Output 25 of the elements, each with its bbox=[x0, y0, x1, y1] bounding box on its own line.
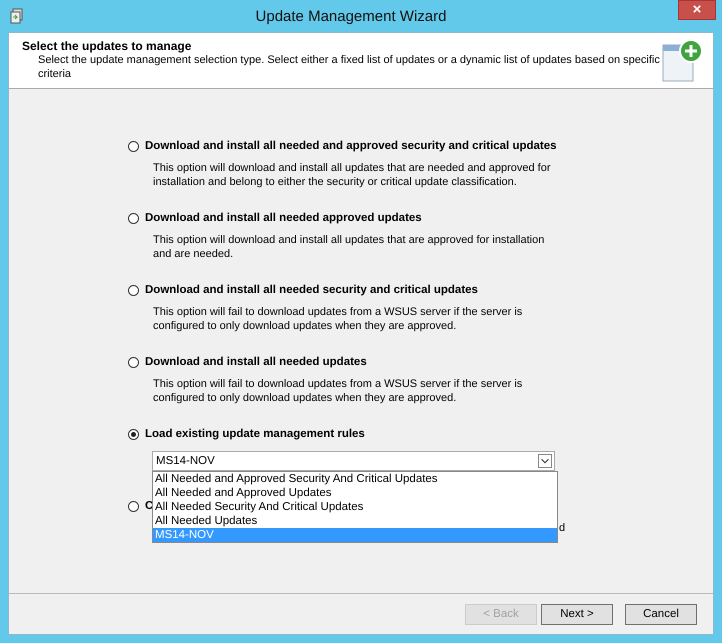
radio-button[interactable] bbox=[128, 356, 139, 368]
page-title: Select the updates to manage bbox=[22, 39, 192, 53]
option-label: Download and install all needed updates bbox=[145, 356, 367, 368]
radio-button[interactable] bbox=[128, 212, 139, 224]
option-description: This option will download and install all updates that are approved for installation and are needed. bbox=[153, 233, 546, 261]
option-description: This option will download and install all updates that are needed and approved for installation and belong to either the security or critical update classification. bbox=[153, 161, 552, 189]
radio-button[interactable] bbox=[128, 428, 139, 440]
caret-icon bbox=[538, 454, 552, 468]
wizard-button[interactable]: Next > bbox=[541, 604, 613, 624]
option-label: Download and install all needed approved updates bbox=[145, 212, 422, 224]
app-icon bbox=[10, 8, 24, 24]
window-title: Update Management Wizard bbox=[254, 8, 448, 24]
page-subtitle: Select the update management selection type. Select either a fixed list of updates or a dynamic list of updates based on specific criteria bbox=[37, 53, 661, 81]
option-description: This option will fail to download updates from a WSUS server if the server is configured to only download updates when they are approved. bbox=[153, 305, 524, 333]
option-label: Load existing update management rules bbox=[145, 428, 365, 440]
option-label: Download and install all needed and approved security and critical updates bbox=[145, 140, 557, 152]
wizard-button[interactable]: Cancel bbox=[625, 604, 697, 624]
close-button[interactable]: × bbox=[678, 0, 716, 20]
option-label: Download and install all needed security and critical updates bbox=[145, 284, 478, 296]
rules-dropdown[interactable]: MS14-NOV bbox=[152, 451, 555, 471]
radio-button[interactable] bbox=[128, 284, 139, 296]
radio-button[interactable] bbox=[128, 140, 139, 152]
option-description: This option will fail to download updates from a WSUS server if the server is configured to only download updates when they are approved. bbox=[153, 377, 524, 405]
radio-button[interactable] bbox=[128, 500, 139, 512]
option-description: d bbox=[559, 521, 565, 535]
